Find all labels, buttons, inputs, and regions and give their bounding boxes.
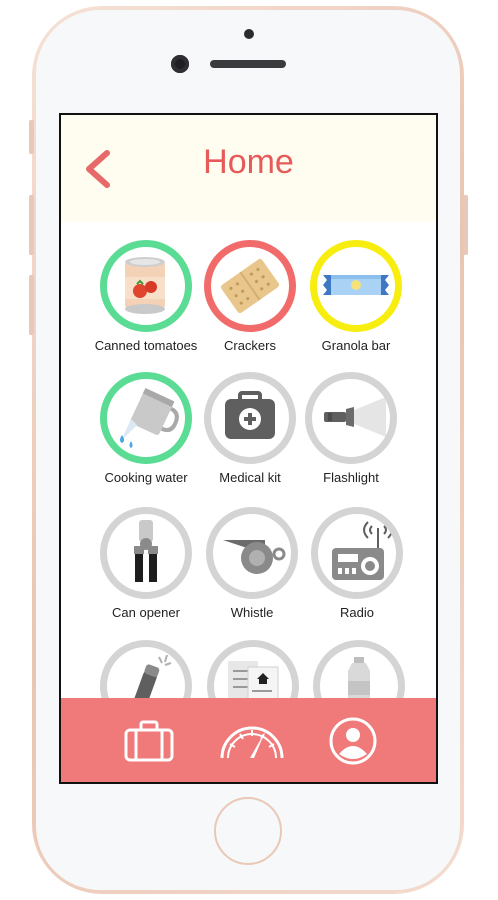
canned-tomatoes-icon	[125, 257, 165, 314]
front-camera	[171, 55, 189, 73]
item-label: Radio	[340, 605, 374, 620]
power-button	[463, 195, 468, 255]
status-ring	[204, 372, 296, 464]
crackers-icon	[220, 258, 280, 314]
status-ring	[204, 240, 296, 332]
can-opener-icon	[134, 520, 158, 582]
home-button[interactable]	[214, 797, 282, 865]
item-label: Whistle	[230, 605, 274, 620]
status-ring	[311, 507, 403, 599]
tab-kit[interactable]	[121, 716, 177, 766]
item-label: Granola bar	[321, 338, 391, 353]
supply-item-cooking-water[interactable]: Cooking water	[86, 372, 206, 485]
supply-item-whistle[interactable]: Whistle	[192, 507, 312, 620]
status-ring	[310, 240, 402, 332]
status-ring	[100, 372, 192, 464]
supply-item-can-opener[interactable]: Can opener	[86, 507, 206, 620]
medical-kit-icon	[225, 391, 275, 439]
status-ring	[206, 507, 298, 599]
user-icon	[329, 717, 377, 765]
page-title: Home	[203, 143, 294, 181]
item-label: Cooking water	[104, 470, 188, 485]
earpiece-speaker	[210, 60, 286, 68]
header: Home	[61, 115, 436, 222]
item-label: Can opener	[112, 605, 180, 620]
volume-down-button	[29, 275, 34, 335]
granola-bar-icon	[323, 275, 389, 295]
supply-item-granola-bar[interactable]: Granola bar	[296, 240, 416, 353]
item-label: Flashlight	[323, 470, 379, 485]
item-label: Canned tomatoes	[94, 338, 198, 353]
flashlight-icon	[324, 397, 386, 437]
status-ring	[100, 507, 192, 599]
supply-grid: Canned tomatoes Crackers Granola bar Coo…	[61, 222, 436, 732]
supply-item-radio[interactable]: Radio	[297, 507, 417, 620]
bottom-tab-bar	[61, 698, 436, 782]
supply-item-canned-tomatoes[interactable]: Canned tomatoes	[86, 240, 206, 353]
proximity-sensor	[244, 29, 254, 39]
supply-item-crackers[interactable]: Crackers	[190, 240, 310, 353]
status-ring	[100, 240, 192, 332]
briefcase-icon	[124, 720, 174, 762]
cooking-water-icon	[120, 387, 179, 448]
volume-up-button	[29, 195, 34, 255]
status-ring	[305, 372, 397, 464]
silent-switch	[29, 120, 34, 154]
whistle-icon	[223, 540, 286, 574]
app-screen: Home Canned tomatoes Crackers Granola ba…	[59, 113, 438, 784]
tab-profile[interactable]	[325, 716, 381, 766]
supply-item-flashlight[interactable]: Flashlight	[291, 372, 411, 485]
radio-icon	[332, 521, 393, 580]
item-label: Crackers	[223, 338, 276, 353]
gauge-icon	[220, 726, 284, 759]
tab-status[interactable]	[218, 716, 284, 766]
